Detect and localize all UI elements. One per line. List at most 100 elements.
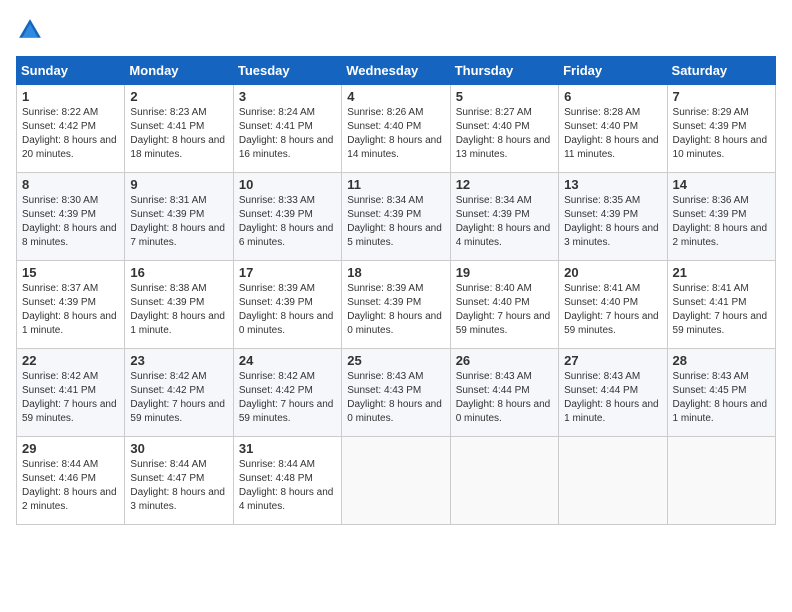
calendar-cell: 25 Sunrise: 8:43 AMSunset: 4:43 PMDaylig… bbox=[342, 349, 450, 437]
calendar-cell: 9 Sunrise: 8:31 AMSunset: 4:39 PMDayligh… bbox=[125, 173, 233, 261]
day-detail: Sunrise: 8:29 AMSunset: 4:39 PMDaylight:… bbox=[673, 107, 768, 160]
calendar-cell: 23 Sunrise: 8:42 AMSunset: 4:42 PMDaylig… bbox=[125, 349, 233, 437]
day-number: 30 bbox=[130, 441, 227, 456]
day-number: 28 bbox=[673, 353, 770, 368]
day-number: 8 bbox=[22, 177, 119, 192]
calendar-cell: 21 Sunrise: 8:41 AMSunset: 4:41 PMDaylig… bbox=[667, 261, 775, 349]
day-detail: Sunrise: 8:43 AMSunset: 4:44 PMDaylight:… bbox=[564, 371, 659, 424]
day-number: 25 bbox=[347, 353, 444, 368]
day-detail: Sunrise: 8:39 AMSunset: 4:39 PMDaylight:… bbox=[347, 283, 442, 336]
day-number: 23 bbox=[130, 353, 227, 368]
day-detail: Sunrise: 8:34 AMSunset: 4:39 PMDaylight:… bbox=[347, 195, 442, 248]
logo bbox=[16, 16, 48, 44]
calendar-cell: 2 Sunrise: 8:23 AMSunset: 4:41 PMDayligh… bbox=[125, 85, 233, 173]
calendar-cell bbox=[450, 437, 558, 525]
day-number: 5 bbox=[456, 89, 553, 104]
calendar-cell: 13 Sunrise: 8:35 AMSunset: 4:39 PMDaylig… bbox=[559, 173, 667, 261]
calendar-cell: 8 Sunrise: 8:30 AMSunset: 4:39 PMDayligh… bbox=[17, 173, 125, 261]
day-number: 31 bbox=[239, 441, 336, 456]
calendar-cell: 10 Sunrise: 8:33 AMSunset: 4:39 PMDaylig… bbox=[233, 173, 341, 261]
weekday-header-monday: Monday bbox=[125, 57, 233, 85]
weekday-header-row: SundayMondayTuesdayWednesdayThursdayFrid… bbox=[17, 57, 776, 85]
day-number: 4 bbox=[347, 89, 444, 104]
day-detail: Sunrise: 8:42 AMSunset: 4:42 PMDaylight:… bbox=[130, 371, 225, 424]
day-detail: Sunrise: 8:40 AMSunset: 4:40 PMDaylight:… bbox=[456, 283, 551, 336]
week-row-5: 29 Sunrise: 8:44 AMSunset: 4:46 PMDaylig… bbox=[17, 437, 776, 525]
weekday-header-tuesday: Tuesday bbox=[233, 57, 341, 85]
calendar-cell: 12 Sunrise: 8:34 AMSunset: 4:39 PMDaylig… bbox=[450, 173, 558, 261]
day-detail: Sunrise: 8:42 AMSunset: 4:41 PMDaylight:… bbox=[22, 371, 117, 424]
header bbox=[16, 16, 776, 44]
page-container: SundayMondayTuesdayWednesdayThursdayFrid… bbox=[0, 0, 792, 535]
day-number: 14 bbox=[673, 177, 770, 192]
calendar-cell: 17 Sunrise: 8:39 AMSunset: 4:39 PMDaylig… bbox=[233, 261, 341, 349]
day-detail: Sunrise: 8:37 AMSunset: 4:39 PMDaylight:… bbox=[22, 283, 117, 336]
day-number: 24 bbox=[239, 353, 336, 368]
calendar-cell: 29 Sunrise: 8:44 AMSunset: 4:46 PMDaylig… bbox=[17, 437, 125, 525]
day-number: 15 bbox=[22, 265, 119, 280]
day-detail: Sunrise: 8:36 AMSunset: 4:39 PMDaylight:… bbox=[673, 195, 768, 248]
calendar-cell: 15 Sunrise: 8:37 AMSunset: 4:39 PMDaylig… bbox=[17, 261, 125, 349]
calendar-cell: 28 Sunrise: 8:43 AMSunset: 4:45 PMDaylig… bbox=[667, 349, 775, 437]
day-number: 18 bbox=[347, 265, 444, 280]
logo-icon bbox=[16, 16, 44, 44]
day-detail: Sunrise: 8:24 AMSunset: 4:41 PMDaylight:… bbox=[239, 107, 334, 160]
calendar-cell: 22 Sunrise: 8:42 AMSunset: 4:41 PMDaylig… bbox=[17, 349, 125, 437]
calendar-cell: 1 Sunrise: 8:22 AMSunset: 4:42 PMDayligh… bbox=[17, 85, 125, 173]
calendar-cell: 7 Sunrise: 8:29 AMSunset: 4:39 PMDayligh… bbox=[667, 85, 775, 173]
day-number: 29 bbox=[22, 441, 119, 456]
day-detail: Sunrise: 8:31 AMSunset: 4:39 PMDaylight:… bbox=[130, 195, 225, 248]
day-number: 17 bbox=[239, 265, 336, 280]
week-row-4: 22 Sunrise: 8:42 AMSunset: 4:41 PMDaylig… bbox=[17, 349, 776, 437]
day-detail: Sunrise: 8:22 AMSunset: 4:42 PMDaylight:… bbox=[22, 107, 117, 160]
day-number: 22 bbox=[22, 353, 119, 368]
day-number: 1 bbox=[22, 89, 119, 104]
calendar-cell: 26 Sunrise: 8:43 AMSunset: 4:44 PMDaylig… bbox=[450, 349, 558, 437]
calendar-cell: 30 Sunrise: 8:44 AMSunset: 4:47 PMDaylig… bbox=[125, 437, 233, 525]
day-number: 2 bbox=[130, 89, 227, 104]
day-detail: Sunrise: 8:41 AMSunset: 4:40 PMDaylight:… bbox=[564, 283, 659, 336]
calendar-cell: 27 Sunrise: 8:43 AMSunset: 4:44 PMDaylig… bbox=[559, 349, 667, 437]
calendar-cell: 31 Sunrise: 8:44 AMSunset: 4:48 PMDaylig… bbox=[233, 437, 341, 525]
day-detail: Sunrise: 8:26 AMSunset: 4:40 PMDaylight:… bbox=[347, 107, 442, 160]
day-detail: Sunrise: 8:42 AMSunset: 4:42 PMDaylight:… bbox=[239, 371, 334, 424]
day-number: 7 bbox=[673, 89, 770, 104]
weekday-header-friday: Friday bbox=[559, 57, 667, 85]
calendar-cell: 18 Sunrise: 8:39 AMSunset: 4:39 PMDaylig… bbox=[342, 261, 450, 349]
calendar-cell: 3 Sunrise: 8:24 AMSunset: 4:41 PMDayligh… bbox=[233, 85, 341, 173]
day-number: 3 bbox=[239, 89, 336, 104]
calendar-cell: 4 Sunrise: 8:26 AMSunset: 4:40 PMDayligh… bbox=[342, 85, 450, 173]
day-detail: Sunrise: 8:43 AMSunset: 4:43 PMDaylight:… bbox=[347, 371, 442, 424]
day-number: 20 bbox=[564, 265, 661, 280]
day-detail: Sunrise: 8:44 AMSunset: 4:48 PMDaylight:… bbox=[239, 459, 334, 512]
calendar-cell: 6 Sunrise: 8:28 AMSunset: 4:40 PMDayligh… bbox=[559, 85, 667, 173]
calendar-cell: 19 Sunrise: 8:40 AMSunset: 4:40 PMDaylig… bbox=[450, 261, 558, 349]
day-detail: Sunrise: 8:44 AMSunset: 4:47 PMDaylight:… bbox=[130, 459, 225, 512]
day-detail: Sunrise: 8:43 AMSunset: 4:44 PMDaylight:… bbox=[456, 371, 551, 424]
calendar-cell bbox=[559, 437, 667, 525]
calendar-cell bbox=[342, 437, 450, 525]
day-detail: Sunrise: 8:43 AMSunset: 4:45 PMDaylight:… bbox=[673, 371, 768, 424]
day-number: 10 bbox=[239, 177, 336, 192]
weekday-header-saturday: Saturday bbox=[667, 57, 775, 85]
day-number: 16 bbox=[130, 265, 227, 280]
day-detail: Sunrise: 8:44 AMSunset: 4:46 PMDaylight:… bbox=[22, 459, 117, 512]
calendar-cell bbox=[667, 437, 775, 525]
week-row-3: 15 Sunrise: 8:37 AMSunset: 4:39 PMDaylig… bbox=[17, 261, 776, 349]
day-detail: Sunrise: 8:27 AMSunset: 4:40 PMDaylight:… bbox=[456, 107, 551, 160]
day-number: 27 bbox=[564, 353, 661, 368]
week-row-2: 8 Sunrise: 8:30 AMSunset: 4:39 PMDayligh… bbox=[17, 173, 776, 261]
calendar-cell: 24 Sunrise: 8:42 AMSunset: 4:42 PMDaylig… bbox=[233, 349, 341, 437]
day-number: 26 bbox=[456, 353, 553, 368]
day-detail: Sunrise: 8:33 AMSunset: 4:39 PMDaylight:… bbox=[239, 195, 334, 248]
day-number: 19 bbox=[456, 265, 553, 280]
calendar: SundayMondayTuesdayWednesdayThursdayFrid… bbox=[16, 56, 776, 525]
day-number: 12 bbox=[456, 177, 553, 192]
day-number: 11 bbox=[347, 177, 444, 192]
week-row-1: 1 Sunrise: 8:22 AMSunset: 4:42 PMDayligh… bbox=[17, 85, 776, 173]
day-detail: Sunrise: 8:34 AMSunset: 4:39 PMDaylight:… bbox=[456, 195, 551, 248]
weekday-header-wednesday: Wednesday bbox=[342, 57, 450, 85]
day-detail: Sunrise: 8:23 AMSunset: 4:41 PMDaylight:… bbox=[130, 107, 225, 160]
day-detail: Sunrise: 8:35 AMSunset: 4:39 PMDaylight:… bbox=[564, 195, 659, 248]
day-detail: Sunrise: 8:39 AMSunset: 4:39 PMDaylight:… bbox=[239, 283, 334, 336]
